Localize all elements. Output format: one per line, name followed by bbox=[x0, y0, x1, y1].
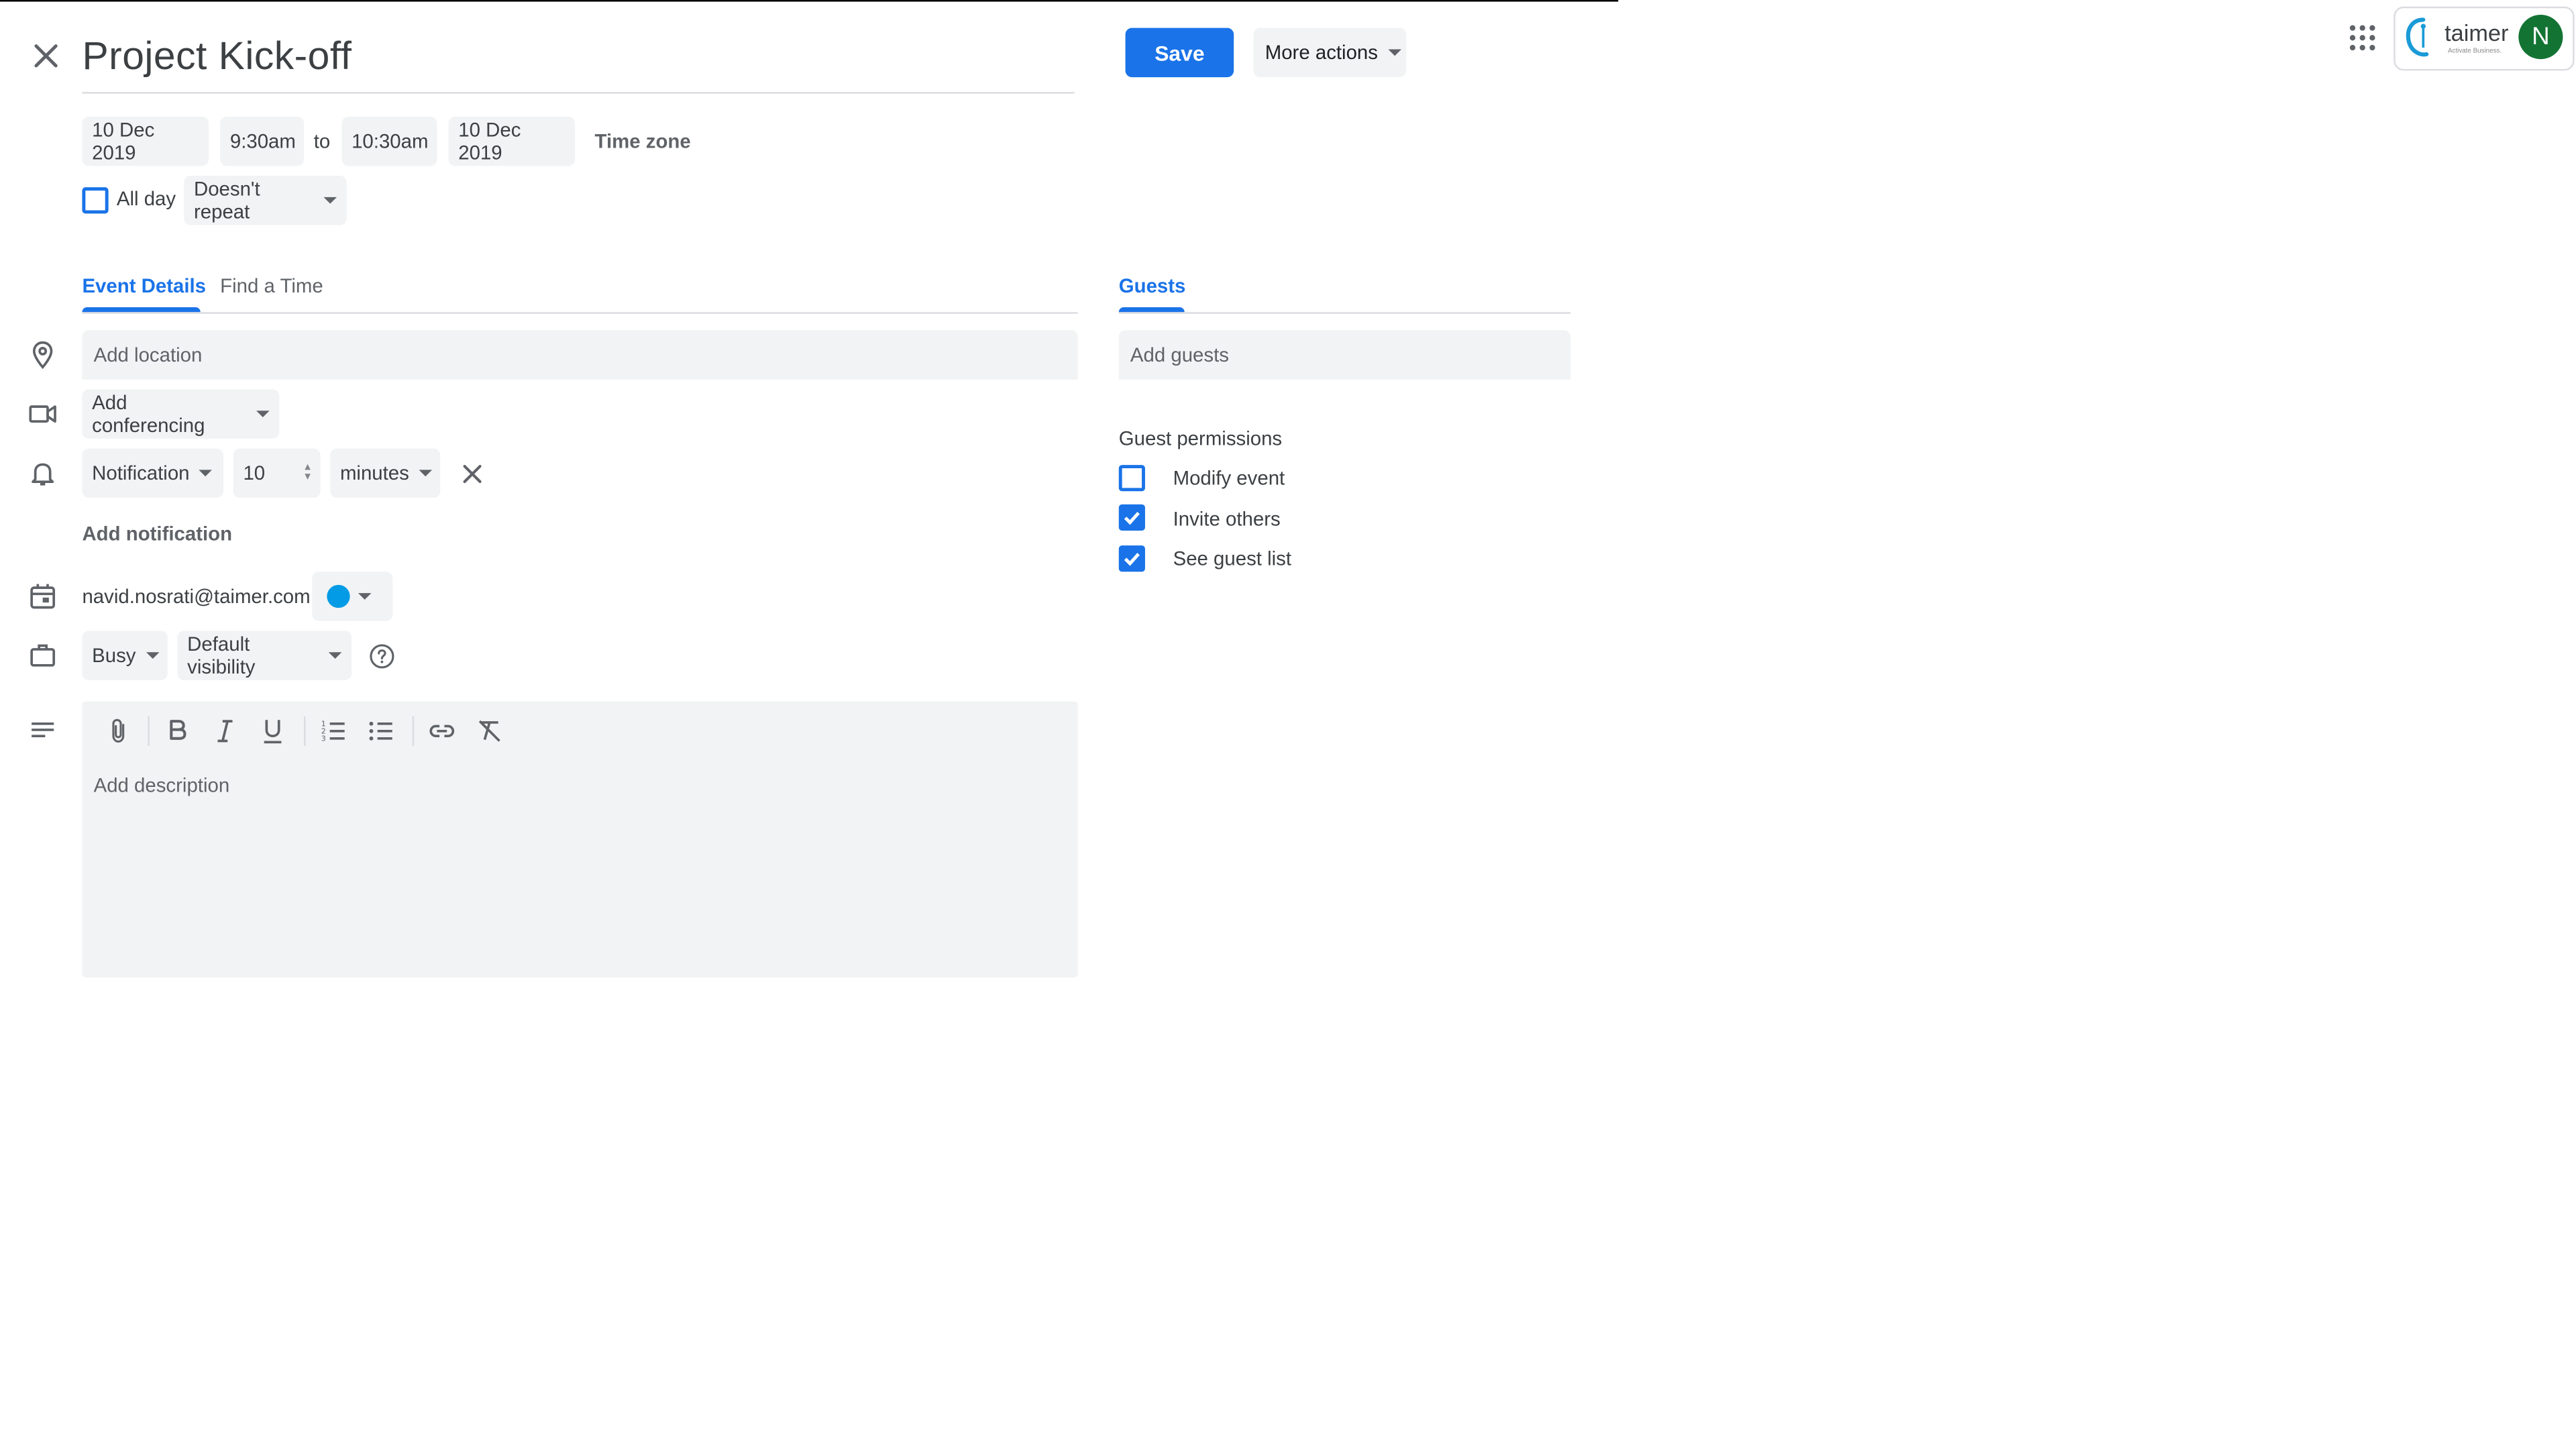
event-color-swatch bbox=[327, 584, 350, 608]
notification-value: 10 bbox=[243, 462, 266, 485]
description-lines-icon bbox=[32, 722, 54, 737]
location-pin-icon bbox=[32, 341, 53, 370]
link-icon[interactable] bbox=[427, 716, 457, 746]
taimer-logo-icon bbox=[2406, 17, 2429, 57]
bulleted-list-icon[interactable] bbox=[366, 716, 396, 746]
bell-icon bbox=[32, 463, 54, 486]
notification-unit-label: minutes bbox=[339, 462, 409, 485]
description-editor[interactable]: 1 2 3 Add description bbox=[82, 701, 1078, 978]
stepper-arrows-icon: ▴ ▾ bbox=[305, 462, 311, 484]
chevron-down-icon bbox=[323, 197, 337, 204]
tabs-divider bbox=[82, 312, 1078, 314]
chevron-down-icon bbox=[146, 652, 159, 659]
tab-guests[interactable]: Guests bbox=[1119, 261, 1186, 310]
bold-icon[interactable] bbox=[162, 716, 192, 746]
guest-permissions-title: Guest permissions bbox=[1118, 427, 1283, 451]
tab-active-indicator bbox=[82, 307, 201, 313]
numbered-list-icon[interactable]: 1 2 3 bbox=[319, 716, 348, 746]
underline-icon[interactable] bbox=[258, 716, 287, 746]
apps-launcher-button[interactable] bbox=[2346, 21, 2379, 54]
time-zone-link[interactable]: Time zone bbox=[595, 117, 691, 166]
to-label: to bbox=[313, 129, 331, 153]
logo-text: taimer bbox=[2445, 19, 2509, 46]
italic-icon[interactable] bbox=[210, 716, 239, 746]
invite-others-checkbox[interactable] bbox=[1118, 504, 1145, 531]
apps-grid-icon bbox=[2349, 25, 2375, 51]
chevron-down-icon bbox=[256, 411, 270, 418]
svg-text:3: 3 bbox=[321, 734, 326, 743]
chevron-down-icon bbox=[419, 470, 433, 477]
more-actions-label: More actions bbox=[1265, 41, 1378, 64]
visibility-help-button[interactable] bbox=[368, 643, 396, 671]
repeat-dropdown[interactable]: Doesn't repeat bbox=[184, 176, 347, 225]
notification-type-label: Notification bbox=[92, 462, 190, 485]
help-icon bbox=[370, 644, 394, 669]
availability-dropdown[interactable]: Busy bbox=[82, 631, 168, 680]
invite-others-label: Invite others bbox=[1173, 507, 1281, 531]
close-icon bbox=[463, 464, 482, 484]
description-placeholder: Add description bbox=[93, 773, 230, 797]
remove-formatting-icon[interactable] bbox=[475, 716, 504, 746]
visibility-label: Default visibility bbox=[187, 632, 256, 679]
see-guest-list-checkbox[interactable] bbox=[1118, 545, 1145, 572]
notification-value-input[interactable]: 10 ▴ ▾ bbox=[233, 448, 321, 498]
start-time[interactable]: 9:30am bbox=[220, 116, 305, 166]
guests-tabs-divider bbox=[1118, 312, 1571, 314]
logo-tagline: Activate Business. bbox=[2448, 46, 2502, 54]
tab-active-indicator bbox=[1118, 307, 1185, 313]
notification-unit-dropdown[interactable]: minutes bbox=[330, 448, 441, 498]
checkmark-icon bbox=[1124, 511, 1140, 525]
add-notification-link[interactable]: Add notification bbox=[82, 523, 232, 545]
chevron-down-icon bbox=[328, 652, 342, 659]
video-camera-icon bbox=[29, 405, 56, 423]
modify-event-label: Modify event bbox=[1173, 466, 1285, 490]
end-date[interactable]: 10 Dec 2019 bbox=[448, 116, 576, 166]
save-button[interactable]: Save bbox=[1125, 28, 1234, 78]
tab-event-details[interactable]: Event Details bbox=[82, 261, 206, 310]
close-button[interactable] bbox=[26, 36, 66, 76]
visibility-dropdown[interactable]: Default visibility bbox=[177, 631, 352, 680]
event-title: Project Kick-off bbox=[82, 34, 352, 79]
location-input[interactable]: Add location bbox=[82, 330, 1078, 380]
see-guest-list-label: See guest list bbox=[1173, 547, 1292, 570]
avatar[interactable]: N bbox=[2518, 15, 2563, 60]
modify-event-checkbox[interactable] bbox=[1118, 465, 1145, 492]
add-conferencing-label: Add conferencing bbox=[92, 390, 205, 437]
notification-type-dropdown[interactable]: Notification bbox=[82, 448, 224, 498]
calendar-icon bbox=[30, 584, 56, 609]
top-border bbox=[0, 0, 1619, 2]
remove-notification-button[interactable] bbox=[460, 462, 485, 486]
chevron-down-icon bbox=[358, 593, 372, 600]
close-icon bbox=[34, 44, 58, 68]
availability-label: Busy bbox=[92, 644, 136, 667]
start-date[interactable]: 10 Dec 2019 bbox=[82, 116, 209, 166]
tab-find-a-time[interactable]: Find a Time bbox=[220, 261, 323, 310]
briefcase-icon bbox=[30, 644, 56, 667]
add-conferencing-dropdown[interactable]: Add conferencing bbox=[82, 389, 280, 439]
repeat-label: Doesn't repeat bbox=[193, 177, 260, 224]
toolbar-separator bbox=[304, 716, 306, 746]
all-day-checkbox[interactable] bbox=[82, 187, 109, 214]
chevron-down-icon bbox=[199, 470, 213, 477]
toolbar-separator bbox=[148, 716, 150, 746]
checkmark-icon bbox=[1124, 553, 1140, 566]
toolbar-separator bbox=[412, 716, 415, 746]
event-color-dropdown[interactable] bbox=[312, 572, 393, 621]
calendar-owner: navid.nosrati@taimer.com bbox=[82, 584, 311, 608]
end-time[interactable]: 10:30am bbox=[341, 116, 437, 166]
all-day-label: All day bbox=[116, 187, 176, 211]
more-actions-button[interactable]: More actions bbox=[1253, 28, 1407, 78]
title-field[interactable]: Project Kick-off bbox=[82, 30, 1075, 94]
attach-icon[interactable] bbox=[103, 716, 133, 746]
chevron-down-icon bbox=[1387, 49, 1401, 56]
add-guests-input[interactable]: Add guests bbox=[1118, 330, 1571, 380]
